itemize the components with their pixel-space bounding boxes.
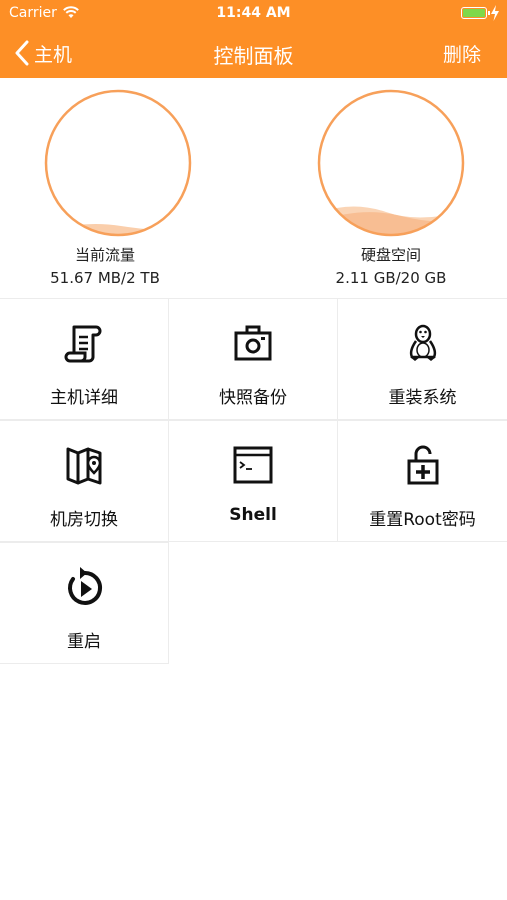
traffic-label: 当前流量 (74, 246, 135, 264)
host-details-label: 主机详细 (50, 388, 118, 408)
page-title: 控制面板 (213, 44, 294, 68)
reset-root-password-label: 重置Root密码 (369, 510, 476, 530)
restart-label: 重启 (67, 632, 101, 652)
reinstall-system-button[interactable]: 重装系统 (338, 298, 507, 420)
scroll-icon (64, 325, 102, 363)
linux-penguin-icon (409, 324, 436, 361)
charging-bolt-icon (491, 5, 499, 21)
disk-gauge (316, 88, 466, 238)
reinstall-system-label: 重装系统 (388, 388, 457, 408)
camera-icon (234, 325, 272, 361)
map-pin-icon (66, 447, 102, 485)
host-details-button[interactable]: 主机详细 (0, 298, 169, 420)
terminal-icon (233, 446, 273, 484)
traffic-gauge (43, 88, 193, 238)
navigation-bar: 主机 控制面板 删除 (0, 28, 507, 78)
reset-root-password-button[interactable]: 重置Root密码 (338, 420, 507, 542)
snapshot-backup-label: 快照备份 (219, 388, 287, 408)
restart-icon (68, 567, 103, 605)
restart-button[interactable]: 重启 (0, 542, 169, 664)
battery-icon (461, 7, 490, 19)
unlock-plus-icon (407, 445, 438, 485)
clock-time: 11:44 AM (216, 5, 291, 21)
traffic-value: 51.67 MB/2 TB (50, 269, 160, 287)
usage-section: 当前流量 51.67 MB/2 TB 硬盘空间 2.11 GB/20 GB (0, 78, 507, 298)
disk-value: 2.11 GB/20 GB (335, 269, 447, 287)
status-bar: Carrier 11:44 AM (0, 0, 507, 28)
shell-button[interactable]: Shell (169, 420, 338, 542)
datacenter-switch-button[interactable]: 机房切换 (0, 420, 169, 542)
shell-label: Shell (229, 505, 277, 525)
snapshot-backup-button[interactable]: 快照备份 (169, 298, 338, 420)
delete-button[interactable]: 删除 (443, 40, 481, 67)
disk-label: 硬盘空间 (360, 246, 421, 264)
datacenter-switch-label: 机房切换 (50, 510, 118, 530)
